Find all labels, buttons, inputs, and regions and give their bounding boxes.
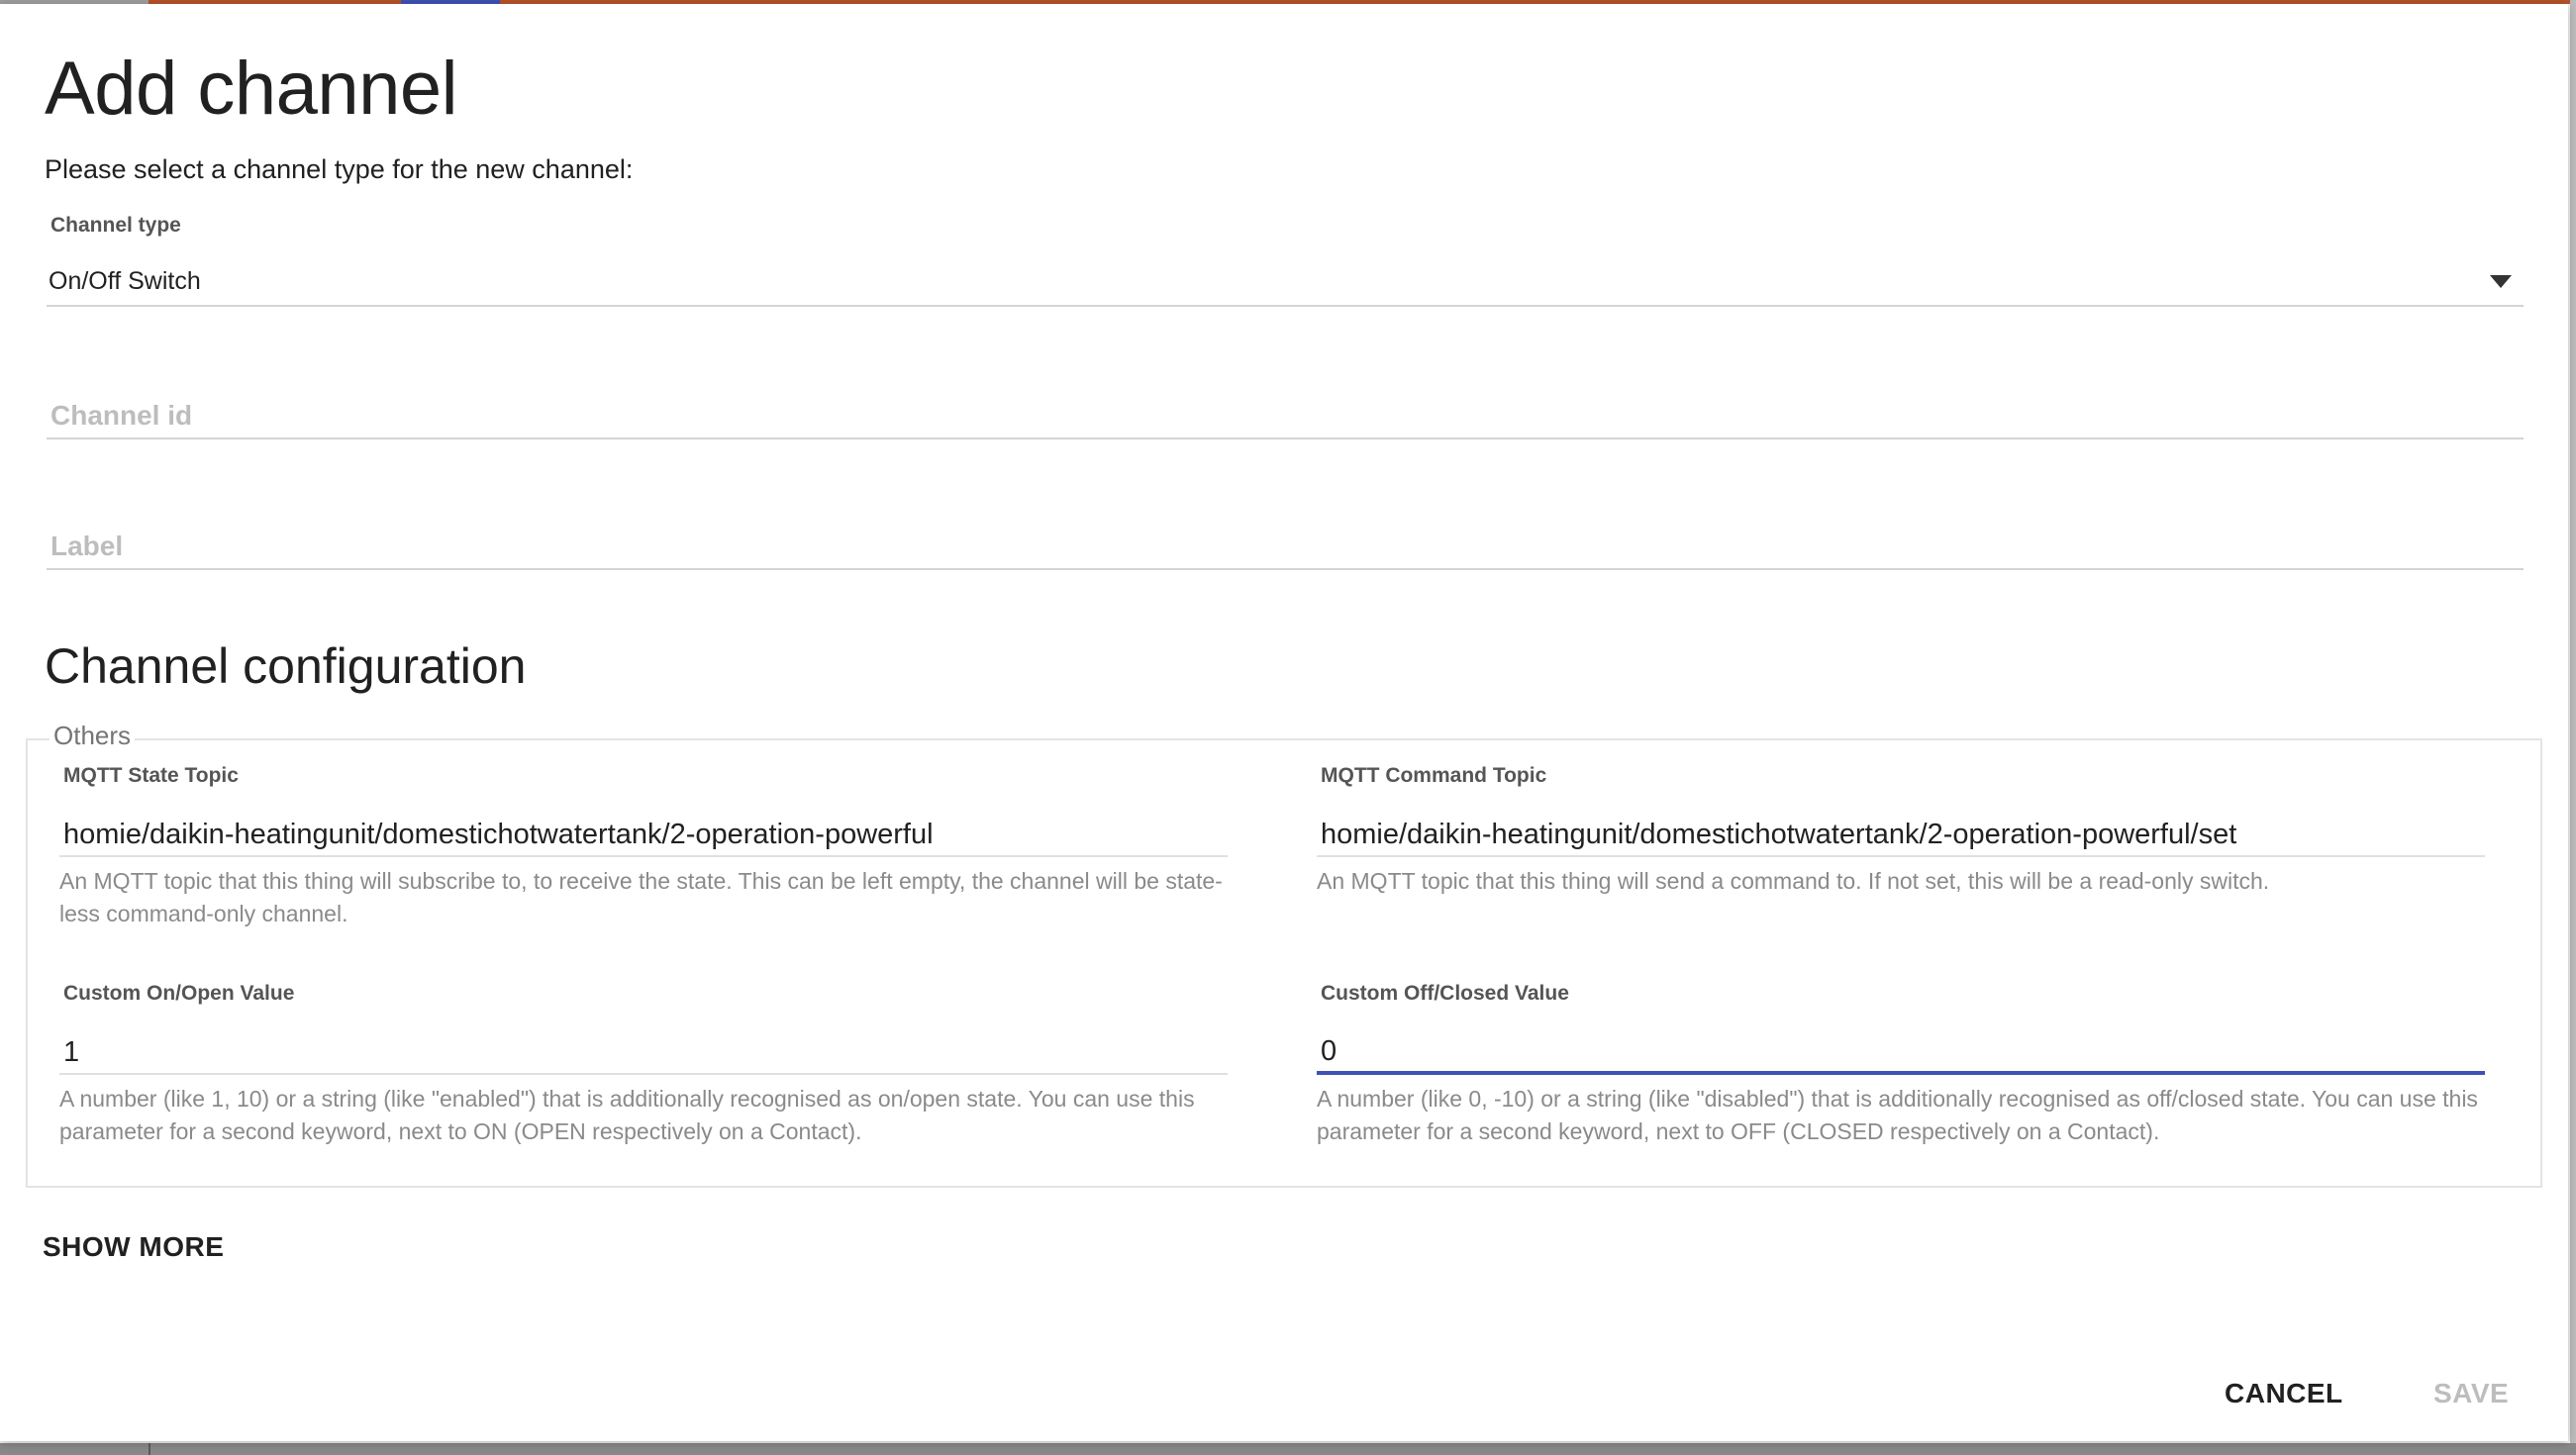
channel-type-value: On/Off Switch <box>49 267 201 295</box>
dialog-subtitle: Please select a channel type for the new… <box>45 154 634 184</box>
dropdown-arrow-icon[interactable] <box>2490 275 2512 288</box>
custom-off-value-label: Custom Off/Closed Value <box>1321 982 1569 1005</box>
backdrop-divider <box>149 1443 150 1455</box>
cancel-button[interactable]: CANCEL <box>2225 1378 2343 1409</box>
channel-id-input[interactable] <box>47 400 2510 432</box>
channel-type-label: Channel type <box>50 214 181 237</box>
add-channel-dialog: Add channel Please select a channel type… <box>0 4 2568 1441</box>
channel-configuration-title: Channel configuration <box>45 638 527 694</box>
custom-on-value-input[interactable] <box>59 1031 1228 1075</box>
save-button[interactable]: SAVE <box>2433 1378 2509 1409</box>
show-more-button[interactable]: SHOW MORE <box>43 1231 224 1263</box>
mqtt-state-topic-hint: An MQTT topic that this thing will subsc… <box>59 868 1223 926</box>
mqtt-state-topic-input[interactable] <box>59 814 1228 857</box>
channel-type-select[interactable]: Channel type On/Off Switch <box>47 210 2524 307</box>
mqtt-command-topic-label: MQTT Command Topic <box>1321 764 1547 787</box>
custom-on-value-label: Custom On/Open Value <box>63 982 295 1005</box>
config-group-legend: Others <box>50 721 136 751</box>
mqtt-command-topic-input[interactable] <box>1317 814 2485 857</box>
config-group-others: Others MQTT State Topic An MQTT topic th… <box>26 721 2542 1188</box>
dialog-title: Add channel <box>45 47 458 131</box>
backdrop-edge <box>2570 0 2576 1455</box>
mqtt-state-topic-label: MQTT State Topic <box>63 764 239 787</box>
label-input[interactable] <box>47 531 2510 562</box>
custom-off-value-input[interactable] <box>1317 1031 2485 1075</box>
backdrop-bottom <box>0 1443 2576 1455</box>
custom-off-value-hint: A number (like 0, -10) or a string (like… <box>1317 1086 2478 1144</box>
label-field-wrap <box>47 499 2524 570</box>
mqtt-command-topic-hint: An MQTT topic that this thing will send … <box>1317 868 2270 894</box>
channel-id-field-wrap <box>47 368 2524 439</box>
custom-on-value-hint: A number (like 1, 10) or a string (like … <box>59 1086 1195 1144</box>
